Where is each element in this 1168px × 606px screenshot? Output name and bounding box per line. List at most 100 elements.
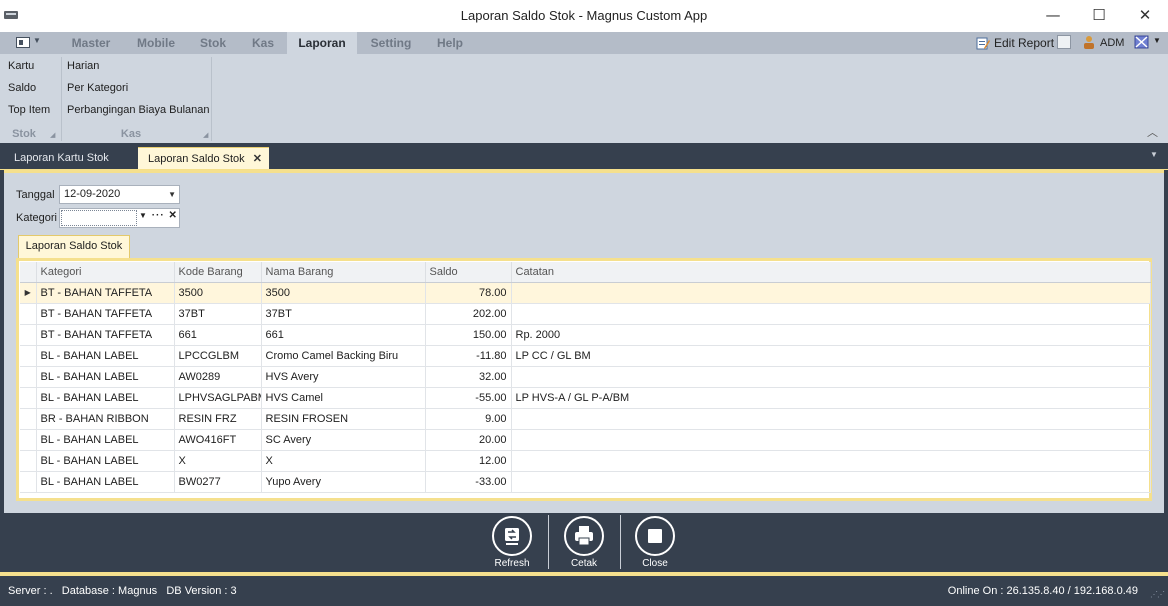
cell-catatan[interactable]: Rp. 2000 <box>511 324 1151 346</box>
cell-kategori[interactable]: BT - BAHAN TAFFETA <box>36 303 175 325</box>
table-row[interactable]: BL - BAHAN LABEL LPCCGLBM Cromo Camel Ba… <box>20 345 1151 367</box>
ribbon-per-kategori[interactable]: Per Kategori <box>67 78 128 98</box>
cell-kategori[interactable]: BL - BAHAN LABEL <box>36 450 175 472</box>
cell-catatan[interactable]: LP CC / GL BM <box>511 345 1151 367</box>
cetak-button[interactable]: Cetak <box>554 514 614 570</box>
cell-saldo[interactable]: -33.00 <box>425 471 512 493</box>
tab-list-chevron-icon[interactable]: ▼ <box>1150 150 1158 159</box>
tab-help[interactable]: Help <box>426 32 474 54</box>
cell-nama-barang[interactable]: HVS Camel <box>261 387 426 409</box>
ellipsis-icon[interactable]: ··· <box>152 210 165 221</box>
column-header-nama-barang[interactable]: Nama Barang <box>261 262 426 283</box>
cell-saldo[interactable]: 12.00 <box>425 450 512 472</box>
column-header-catatan[interactable]: Catatan <box>511 262 1151 283</box>
table-row[interactable]: BT - BAHAN TAFFETA 37BT 37BT 202.00 <box>20 303 1151 325</box>
column-header-kode-barang[interactable]: Kode Barang <box>174 262 262 283</box>
cell-saldo[interactable]: 78.00 <box>425 282 512 304</box>
cell-kode-barang[interactable]: X <box>174 450 262 472</box>
quick-access-menu-button[interactable]: ▼ <box>12 36 42 51</box>
table-row[interactable]: BL - BAHAN LABEL AW0289 HVS Avery 32.00 <box>20 366 1151 388</box>
cell-kategori[interactable]: BT - BAHAN TAFFETA <box>36 282 175 304</box>
cell-kategori[interactable]: BL - BAHAN LABEL <box>36 471 175 493</box>
cell-saldo[interactable]: 150.00 <box>425 324 512 346</box>
cell-nama-barang[interactable]: Cromo Camel Backing Biru <box>261 345 426 367</box>
cell-saldo[interactable]: 202.00 <box>425 303 512 325</box>
minimize-button[interactable]: — <box>1030 0 1076 32</box>
cell-nama-barang[interactable]: RESIN FROSEN <box>261 408 426 430</box>
group-launcher-icon[interactable]: ◢ <box>50 131 55 139</box>
cell-saldo[interactable]: 9.00 <box>425 408 512 430</box>
tab-master[interactable]: Master <box>60 32 122 54</box>
tab-laporan[interactable]: Laporan <box>287 32 357 54</box>
theme-menu-button[interactable]: ▼ <box>1134 35 1164 51</box>
user-menu[interactable]: ADM <box>1082 35 1124 51</box>
close-window-button[interactable]: ✕ <box>1122 0 1168 32</box>
table-row[interactable]: BR - BAHAN RIBBON RESIN FRZ RESIN FROSEN… <box>20 408 1151 430</box>
cell-saldo[interactable]: 20.00 <box>425 429 512 451</box>
cell-nama-barang[interactable]: HVS Avery <box>261 366 426 388</box>
dropdown-arrow-icon[interactable]: ▼ <box>168 186 176 203</box>
cell-kode-barang[interactable]: 37BT <box>174 303 262 325</box>
cell-kode-barang[interactable]: LPHVSAGLPABM <box>174 387 262 409</box>
doc-tab-laporan-kartu-stok[interactable]: Laporan Kartu Stok <box>4 147 119 169</box>
table-row[interactable]: BT - BAHAN TAFFETA 661 661 150.00 Rp. 20… <box>20 324 1151 346</box>
cell-catatan[interactable] <box>511 366 1151 388</box>
cell-catatan[interactable] <box>511 408 1151 430</box>
tab-laporan-saldo-stok[interactable]: Laporan Saldo Stok <box>18 235 130 258</box>
cell-catatan[interactable] <box>511 429 1151 451</box>
cell-catatan[interactable] <box>511 303 1151 325</box>
group-launcher-icon[interactable]: ◢ <box>203 131 208 139</box>
doc-tab-laporan-saldo-stok[interactable]: Laporan Saldo Stok ✕ <box>138 147 269 169</box>
ribbon-kartu[interactable]: Kartu <box>8 56 34 76</box>
edit-report-checkbox[interactable] <box>1057 35 1071 49</box>
table-row[interactable]: ▶ BT - BAHAN TAFFETA 3500 3500 78.00 <box>20 282 1151 304</box>
ribbon-harian[interactable]: Harian <box>67 56 99 76</box>
cell-kategori[interactable]: BL - BAHAN LABEL <box>36 366 175 388</box>
cell-kode-barang[interactable]: 661 <box>174 324 262 346</box>
cell-catatan[interactable]: LP HVS-A / GL P-A/BM <box>511 387 1151 409</box>
cell-catatan[interactable] <box>511 282 1151 304</box>
cell-saldo[interactable]: -11.80 <box>425 345 512 367</box>
ribbon-top-item[interactable]: Top Item <box>8 100 50 120</box>
cell-kategori[interactable]: BT - BAHAN TAFFETA <box>36 324 175 346</box>
cell-kategori[interactable]: BL - BAHAN LABEL <box>36 387 175 409</box>
table-row[interactable]: BL - BAHAN LABEL BW0277 Yupo Avery -33.0… <box>20 471 1151 493</box>
cell-nama-barang[interactable]: Yupo Avery <box>261 471 426 493</box>
close-tab-icon[interactable]: ✕ <box>253 148 262 170</box>
edit-report-button[interactable]: Edit Report <box>976 35 1054 51</box>
kategori-lookup[interactable]: ▼ ··· ✕ <box>59 208 180 228</box>
column-header-saldo[interactable]: Saldo <box>425 262 512 283</box>
cell-nama-barang[interactable]: 661 <box>261 324 426 346</box>
tab-mobile[interactable]: Mobile <box>128 32 184 54</box>
table-row[interactable]: BL - BAHAN LABEL AWO416FT SC Avery 20.00 <box>20 429 1151 451</box>
tanggal-date-field[interactable]: 12-09-2020 ▼ <box>59 185 180 204</box>
tab-stok[interactable]: Stok <box>190 32 236 54</box>
close-button[interactable]: Close <box>625 514 685 570</box>
tab-setting[interactable]: Setting <box>362 32 420 54</box>
cell-saldo[interactable]: 32.00 <box>425 366 512 388</box>
cell-catatan[interactable] <box>511 450 1151 472</box>
cell-kode-barang[interactable]: AWO416FT <box>174 429 262 451</box>
refresh-button[interactable]: Refresh <box>482 514 542 570</box>
cell-kode-barang[interactable]: LPCCGLBM <box>174 345 262 367</box>
table-row[interactable]: BL - BAHAN LABEL LPHVSAGLPABM HVS Camel … <box>20 387 1151 409</box>
tab-kas[interactable]: Kas <box>242 32 284 54</box>
cell-kategori[interactable]: BR - BAHAN RIBBON <box>36 408 175 430</box>
collapse-ribbon-icon[interactable]: ︿ <box>1147 124 1158 140</box>
ribbon-saldo[interactable]: Saldo <box>8 78 36 98</box>
cell-nama-barang[interactable]: X <box>261 450 426 472</box>
resize-grip-icon[interactable]: ⋰⋰ <box>1150 590 1165 599</box>
cell-saldo[interactable]: -55.00 <box>425 387 512 409</box>
clear-icon[interactable]: ✕ <box>168 210 177 221</box>
cell-kode-barang[interactable]: BW0277 <box>174 471 262 493</box>
cell-kategori[interactable]: BL - BAHAN LABEL <box>36 429 175 451</box>
cell-nama-barang[interactable]: 3500 <box>261 282 426 304</box>
dropdown-arrow-icon[interactable]: ▼ <box>139 211 148 220</box>
cell-nama-barang[interactable]: SC Avery <box>261 429 426 451</box>
cell-kode-barang[interactable]: AW0289 <box>174 366 262 388</box>
column-header-kategori[interactable]: Kategori <box>36 262 175 283</box>
table-row[interactable]: BL - BAHAN LABEL X X 12.00 <box>20 450 1151 472</box>
kategori-input[interactable] <box>61 210 137 226</box>
cell-kode-barang[interactable]: 3500 <box>174 282 262 304</box>
cell-catatan[interactable] <box>511 471 1151 493</box>
